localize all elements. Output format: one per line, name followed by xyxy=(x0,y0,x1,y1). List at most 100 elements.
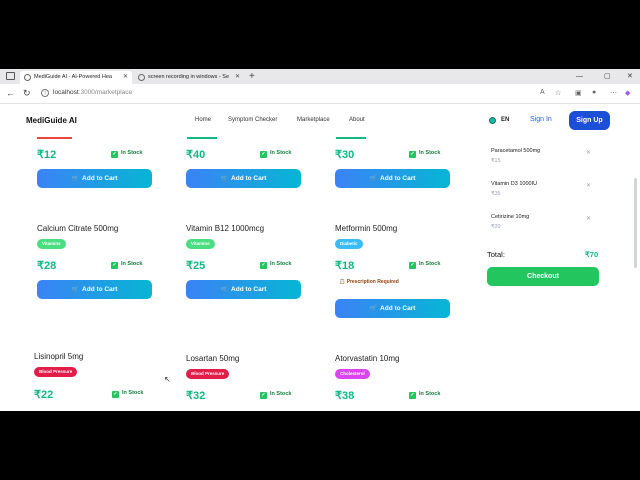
remove-item-icon[interactable]: ✕ xyxy=(586,182,591,189)
cart-icon: 🛒 xyxy=(220,176,229,182)
new-tab-icon[interactable]: + xyxy=(249,69,255,84)
add-to-cart-button[interactable]: 🛒 Add to Cart xyxy=(37,280,152,299)
tab-title: screen recording in windows - Se xyxy=(148,74,230,80)
cart-item-price: ₹20 xyxy=(491,224,501,230)
cart-item-price: ₹35 xyxy=(491,191,501,197)
cart-icon: 🛒 xyxy=(369,176,378,182)
stock-status: ✓ In Stock xyxy=(409,391,441,399)
product-name[interactable]: Vitamin B12 1000mcg xyxy=(186,224,264,233)
close-window-icon[interactable]: ✕ xyxy=(627,69,633,84)
product-price: ₹28 xyxy=(37,260,57,272)
stock-status: ✓ In Stock xyxy=(260,261,292,269)
read-aloud-icon[interactable]: A xyxy=(540,89,545,96)
stock-status: ✓ In Stock xyxy=(409,150,441,158)
nav-symptom-checker[interactable]: Symptom Checker xyxy=(228,117,277,123)
category-bar xyxy=(336,137,366,139)
stock-status: ✓ In Stock xyxy=(409,261,441,269)
product-name[interactable]: Calcium Citrate 500mg xyxy=(37,224,118,233)
add-to-cart-button[interactable]: 🛒 Add to Cart xyxy=(186,280,301,299)
close-icon[interactable]: ✕ xyxy=(235,71,240,84)
check-icon: ✓ xyxy=(260,151,267,158)
checkout-button[interactable]: Checkout xyxy=(487,267,599,286)
tab-search[interactable]: screen recording in windows - Se ✕ xyxy=(134,71,244,84)
browser-window: MediGuide AI - AI-Powered Hea ✕ screen r… xyxy=(0,69,640,411)
category-badge: Blood Pressure xyxy=(186,369,230,379)
globe-icon[interactable] xyxy=(489,117,496,124)
stock-status: ✓ In Stock xyxy=(260,150,292,158)
check-icon: ✓ xyxy=(111,151,118,158)
stock-status: ✓ In Stock xyxy=(111,261,143,269)
profile-icon[interactable]: ● xyxy=(592,89,596,96)
add-to-cart-button[interactable]: 🛒 Add to Cart xyxy=(335,299,450,318)
stock-status: ✓ In Stock xyxy=(111,150,143,158)
copilot-icon[interactable]: ◆ xyxy=(625,89,630,97)
info-icon[interactable]: i xyxy=(41,89,49,97)
prescription-icon: 📋 xyxy=(339,279,347,285)
total-value: ₹70 xyxy=(585,250,599,259)
maximize-icon[interactable]: ▢ xyxy=(604,69,611,84)
cart-icon: 🛒 xyxy=(369,306,378,312)
check-icon: ✓ xyxy=(409,392,416,399)
cart-icon: 🛒 xyxy=(71,287,80,293)
back-icon[interactable]: ← xyxy=(6,88,15,99)
tab-bar: MediGuide AI - AI-Powered Hea ✕ screen r… xyxy=(0,69,640,84)
check-icon: ✓ xyxy=(112,391,119,398)
globe-icon xyxy=(24,74,31,81)
tab-mediguide[interactable]: MediGuide AI - AI-Powered Hea ✕ xyxy=(20,71,132,84)
cart-icon: 🛒 xyxy=(220,287,229,293)
product-name[interactable]: Atorvastatin 10mg xyxy=(335,354,399,363)
check-icon: ✓ xyxy=(260,262,267,269)
language-selector[interactable]: EN xyxy=(501,117,509,123)
product-name[interactable]: Losartan 50mg xyxy=(186,354,239,363)
cart-item-name: Paracetamol 500mg xyxy=(491,148,541,154)
check-icon: ✓ xyxy=(409,262,416,269)
product-name[interactable]: Lisinopril 5mg xyxy=(34,352,83,361)
product-price: ₹12 xyxy=(37,149,57,161)
product-price: ₹30 xyxy=(335,149,355,161)
url-field[interactable]: localhost:3000/marketplace xyxy=(53,89,132,96)
stock-status: ✓ In Stock xyxy=(112,390,144,398)
add-to-cart-button[interactable]: 🛒 Add to Cart xyxy=(186,169,301,188)
remove-item-icon[interactable]: ✕ xyxy=(586,149,591,156)
cart-item-price: ₹15 xyxy=(491,158,501,164)
product-name[interactable]: Metformin 500mg xyxy=(335,224,397,233)
category-bar xyxy=(187,137,217,139)
total-label: Total: xyxy=(487,250,505,259)
scrollbar[interactable] xyxy=(634,178,637,268)
window-menu-icon[interactable] xyxy=(6,72,15,80)
sign-up-button[interactable]: Sign Up xyxy=(569,111,610,130)
close-icon[interactable]: ✕ xyxy=(123,71,128,84)
favorite-star-icon[interactable]: ☆ xyxy=(555,89,561,97)
refresh-icon[interactable]: ↻ xyxy=(23,88,31,99)
cart-item-name: Cetirizine 10mg xyxy=(491,214,530,220)
product-price: ₹22 xyxy=(34,389,54,401)
product-price: ₹25 xyxy=(186,260,206,272)
add-to-cart-button[interactable]: 🛒 Add to Cart xyxy=(335,169,450,188)
product-price: ₹40 xyxy=(186,149,206,161)
minimize-icon[interactable]: — xyxy=(576,69,583,84)
category-badge: Cholesterol xyxy=(335,369,370,379)
more-icon[interactable]: ⋯ xyxy=(610,89,617,97)
stock-status: ✓ In Stock xyxy=(260,391,292,399)
category-badge: Diabetic xyxy=(335,239,363,249)
nav-home[interactable]: Home xyxy=(195,117,211,123)
cart-item-name: Vitamin D3 1000IU xyxy=(491,181,538,187)
check-icon: ✓ xyxy=(260,392,267,399)
product-price: ₹18 xyxy=(335,260,355,272)
remove-item-icon[interactable]: ✕ xyxy=(586,215,591,222)
cart-icon: 🛒 xyxy=(71,176,80,182)
logo[interactable]: MediGuide AI xyxy=(26,116,77,125)
sign-in-link[interactable]: Sign In xyxy=(530,116,552,123)
nav-marketplace[interactable]: Marketplace xyxy=(297,117,330,123)
add-to-cart-button[interactable]: 🛒 Add to Cart xyxy=(37,169,152,188)
check-icon: ✓ xyxy=(409,151,416,158)
nav-about[interactable]: About xyxy=(349,117,365,123)
search-icon xyxy=(138,74,145,81)
app-header: MediGuide AI Home Symptom Checker Market… xyxy=(0,105,640,137)
extensions-icon[interactable]: ▣ xyxy=(575,89,582,97)
product-price: ₹38 xyxy=(335,390,355,402)
category-bar xyxy=(37,137,72,139)
mouse-cursor-icon: ↖ xyxy=(164,375,171,384)
tab-title: MediGuide AI - AI-Powered Hea xyxy=(34,74,112,80)
category-badge: Blood Pressure xyxy=(34,367,78,377)
